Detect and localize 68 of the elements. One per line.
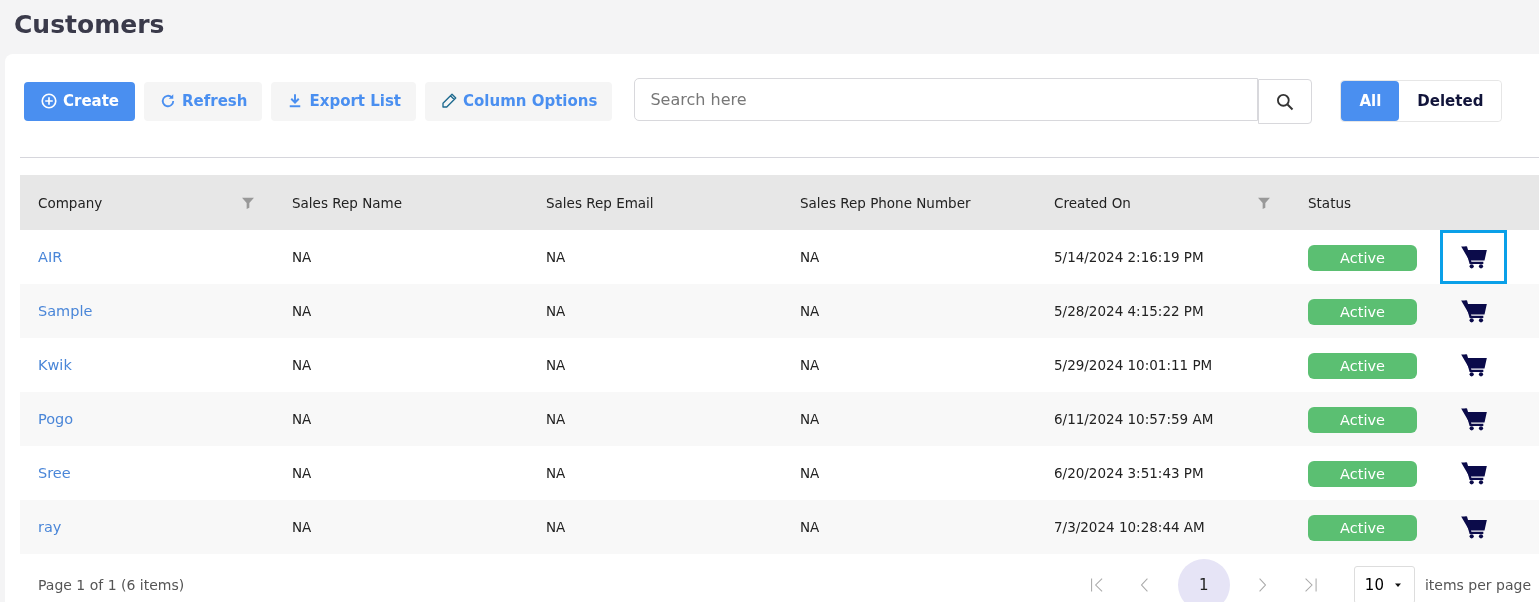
column-header: Created On	[1036, 175, 1290, 230]
column-header: Sales Rep Name	[291, 193, 403, 213]
company-link[interactable]: AIR	[38, 249, 63, 265]
column-header: Status	[1307, 193, 1353, 213]
columns-button[interactable]: Column Options	[425, 81, 613, 121]
pencil-icon	[440, 92, 459, 110]
table-cell: NA	[546, 519, 566, 535]
search-button[interactable]	[1258, 79, 1313, 124]
table-cell: NA	[546, 465, 566, 481]
cart-icon	[1459, 405, 1488, 433]
cart-icon	[1459, 297, 1488, 325]
cart-icon	[1459, 243, 1488, 271]
export-button[interactable]: Export List	[271, 81, 417, 121]
table-cell: 5/14/2024 2:16:19 PM	[1054, 249, 1204, 265]
column-header: Sales Rep Phone Number	[799, 193, 972, 213]
table-cell: NA	[800, 411, 820, 427]
table-cell: 5/28/2024 4:15:22 PM	[1054, 303, 1204, 319]
table-cell: NA	[292, 249, 312, 265]
table-cell: NA	[546, 357, 566, 373]
last-page-icon	[1304, 578, 1317, 592]
plus-circle-icon	[40, 92, 58, 110]
table-cell: NA	[292, 519, 312, 535]
table-cell: 7/3/2024 10:28:44 AM	[1054, 519, 1205, 535]
table-cell: NA	[292, 357, 312, 373]
refresh-button[interactable]: Refresh	[144, 81, 263, 121]
first-page-icon	[1090, 578, 1103, 592]
page-button[interactable]: 1	[1177, 559, 1230, 602]
cart-icon	[1459, 459, 1488, 487]
cart-icon	[1459, 513, 1488, 541]
company-link[interactable]: Kwik	[38, 357, 72, 373]
company-link[interactable]: Pogo	[38, 411, 74, 427]
filter-tab[interactable]: All	[1341, 81, 1400, 121]
search-icon	[1275, 91, 1296, 112]
table-cell: 6/20/2024 3:51:43 PM	[1054, 465, 1204, 481]
table-cell: NA	[546, 249, 566, 265]
status-badge: Active	[1308, 353, 1417, 379]
status-badge: Active	[1308, 407, 1417, 433]
status-badge: Active	[1308, 461, 1417, 487]
table-cell: NA	[546, 303, 566, 319]
table-cell: 5/29/2024 10:01:11 PM	[1054, 357, 1213, 373]
table-cell: NA	[546, 411, 566, 427]
cart-button[interactable]	[1440, 230, 1507, 284]
status-badge: Active	[1308, 245, 1417, 271]
previous-page-icon	[1141, 578, 1149, 592]
table-cell: NA	[800, 357, 820, 373]
search-field[interactable]: Search here	[634, 78, 1259, 121]
table-cell: NA	[292, 303, 312, 319]
page-summary: Page 1 of 1 (6 items)	[38, 577, 185, 593]
page-size-dropdown[interactable]: 10	[1353, 566, 1415, 602]
table-cell: NA	[800, 465, 820, 481]
column-header: Company	[20, 175, 274, 230]
page-title: Customers	[13, 9, 166, 41]
next-page-icon	[1259, 578, 1267, 592]
status-badge: Active	[1308, 515, 1417, 541]
table-cell: NA	[292, 465, 312, 481]
create-button[interactable]: Create	[24, 81, 136, 121]
table-cell: NA	[800, 249, 820, 265]
status-badge: Active	[1308, 299, 1417, 325]
company-link[interactable]: ray	[38, 519, 62, 535]
table-cell: 6/11/2024 10:57:59 AM	[1054, 411, 1214, 427]
table-cell: NA	[800, 519, 820, 535]
table-cell: NA	[800, 303, 820, 319]
page-size-label: items per page	[1424, 577, 1532, 593]
table-cell: NA	[292, 411, 312, 427]
cart-icon	[1459, 351, 1488, 379]
column-header: Sales Rep Email	[545, 193, 655, 213]
company-link[interactable]: Sree	[38, 465, 71, 481]
company-link[interactable]: Sample	[38, 303, 93, 319]
